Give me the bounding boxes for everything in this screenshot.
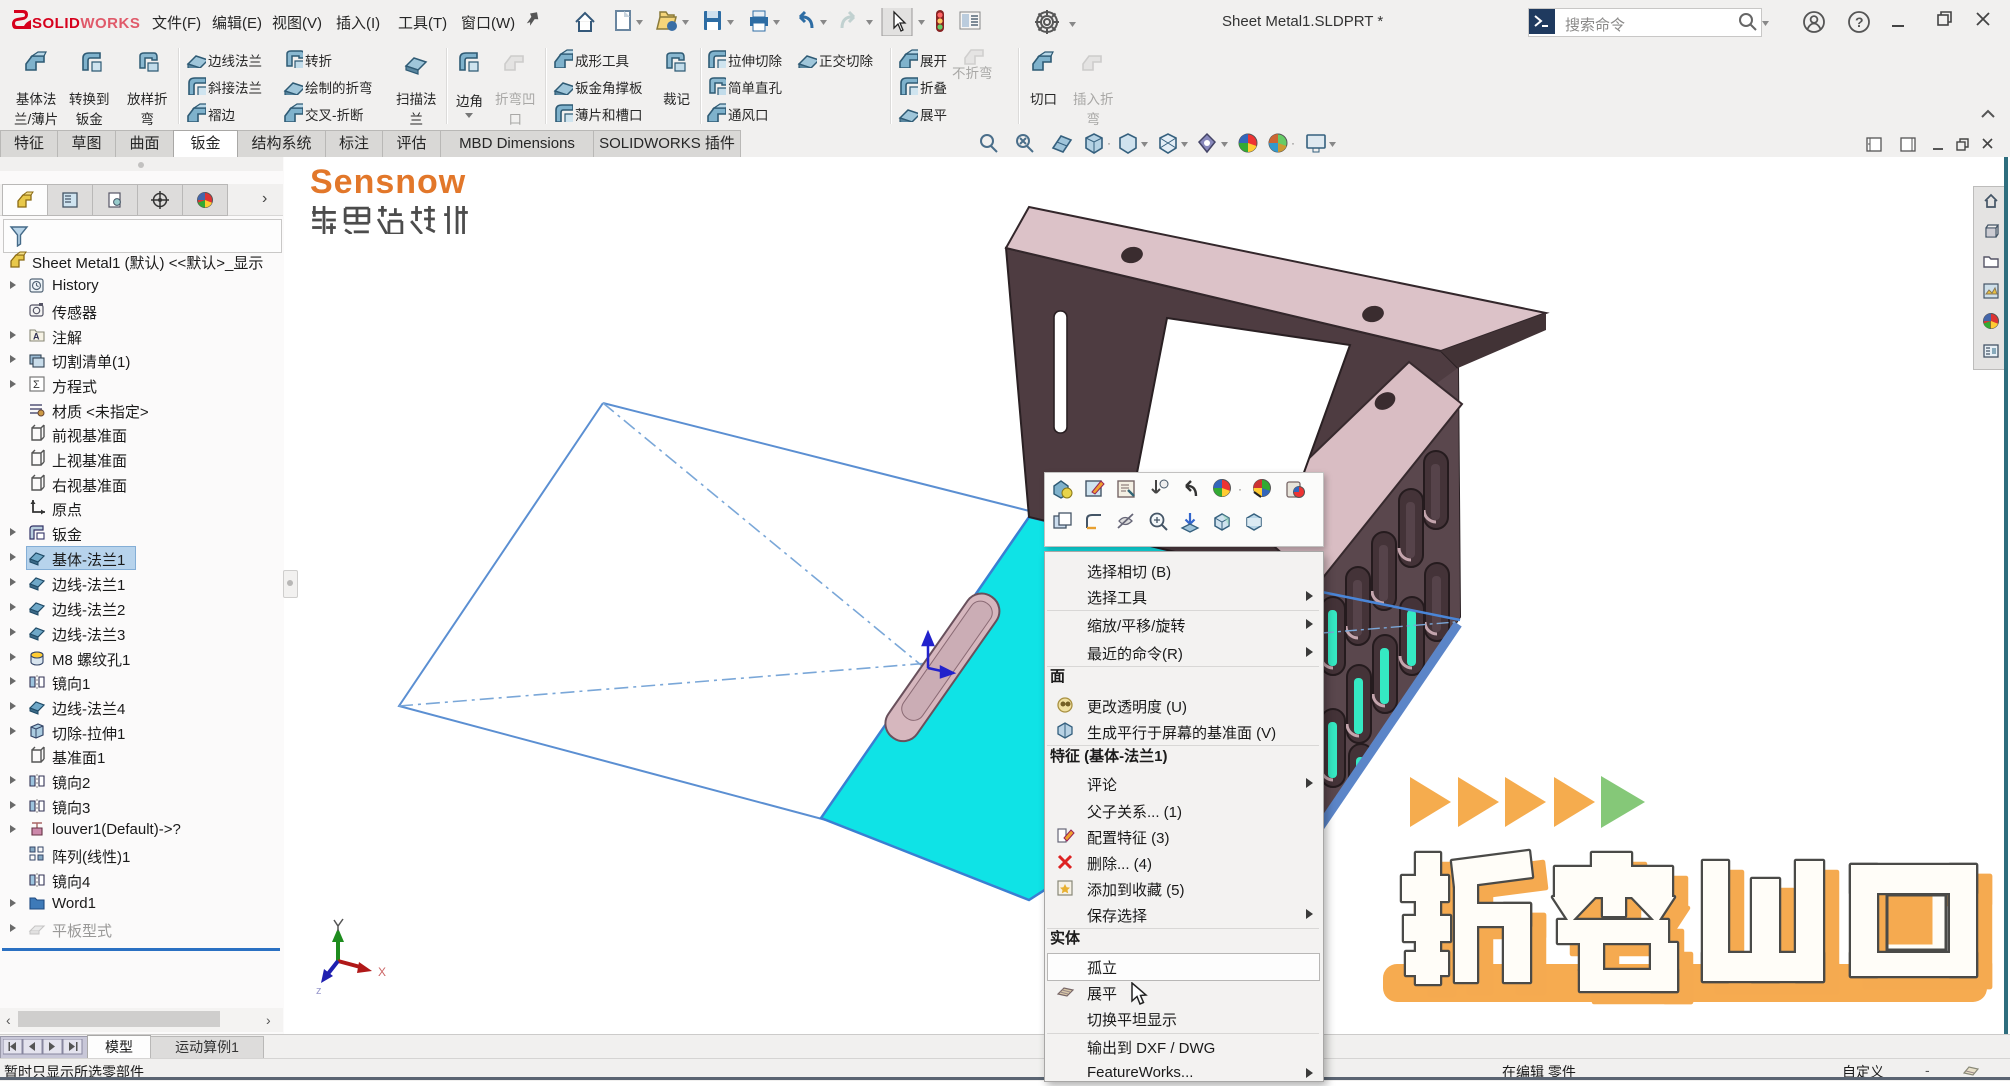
svg-text:z: z — [316, 985, 322, 997]
svg-text:·: · — [1107, 136, 1111, 150]
svg-text:·: · — [1291, 136, 1295, 150]
svg-text:A: A — [33, 332, 40, 342]
svg-text:X: X — [378, 965, 386, 979]
svg-text:·: · — [1238, 482, 1242, 496]
svg-text:?: ? — [1855, 14, 1864, 30]
svg-text:SOLIDWORKS: SOLIDWORKS — [32, 15, 140, 32]
